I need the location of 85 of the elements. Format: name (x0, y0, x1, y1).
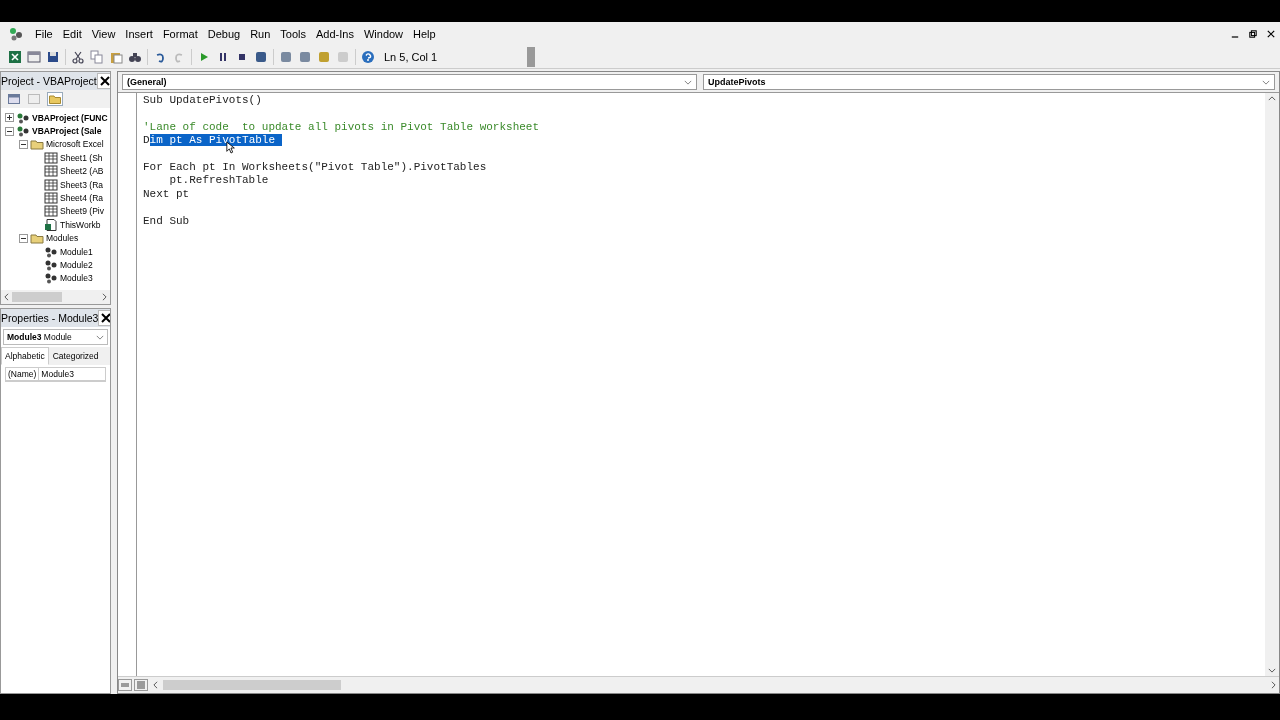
menu-item[interactable]: Edit (57, 28, 87, 40)
tree-item[interactable]: Sheet4 (Ra (60, 193, 103, 204)
close-icon[interactable] (96, 73, 110, 89)
tree-item[interactable]: VBAProject (FUNC (32, 112, 108, 123)
menu-item[interactable]: File (30, 28, 58, 40)
tree-item[interactable]: Modules (46, 233, 79, 244)
expand-icon[interactable] (5, 113, 14, 123)
save-icon[interactable] (46, 50, 60, 64)
code-line: Next pt (143, 187, 190, 202)
mouse-cursor-icon (226, 141, 236, 155)
code-line: 'Lane of code to update all pivots in Pivot Table worksheet (143, 120, 540, 135)
sheet-icon (44, 151, 58, 164)
collapse-icon[interactable] (19, 139, 28, 149)
chevron-down-icon (1262, 79, 1270, 85)
scroll-up-icon[interactable] (1268, 96, 1276, 101)
procedure-view-icon[interactable] (118, 679, 132, 691)
paste-icon[interactable] (109, 50, 123, 64)
toolbar-overflow-handle[interactable] (527, 47, 535, 67)
tree-item[interactable]: Module1 (60, 246, 93, 257)
scroll-down-icon[interactable] (1268, 668, 1276, 673)
sheet-icon (44, 178, 58, 191)
chevron-down-icon (684, 79, 692, 85)
menu-item[interactable]: View (86, 28, 121, 40)
scrollbar-thumb[interactable] (163, 680, 341, 690)
menu-item[interactable]: Format (157, 28, 203, 40)
menu-item[interactable]: Help (408, 28, 441, 40)
restore-icon[interactable] (1249, 30, 1257, 38)
sheet-icon (44, 192, 58, 205)
menu-item[interactable]: Insert (120, 28, 158, 40)
module-icon (44, 259, 58, 271)
pane-title: Properties - Module3 (1, 312, 99, 324)
cursor-position: Ln 5, Col 1 (384, 51, 439, 63)
close-icon[interactable] (98, 310, 110, 326)
menu-item[interactable]: Add-Ins (311, 28, 359, 40)
view-code-icon[interactable] (7, 93, 21, 105)
code-line: For Each pt In Worksheets("Pivot Table").PivotTables (143, 160, 487, 175)
tree-item[interactable]: Sheet2 (AB (60, 166, 104, 177)
collapse-icon[interactable] (5, 126, 14, 136)
tree-item[interactable]: Sheet1 (Sh (60, 152, 103, 163)
scrollbar-thumb[interactable] (12, 292, 62, 302)
scroll-left-icon[interactable] (153, 681, 158, 689)
menu-item[interactable]: Tools (275, 28, 311, 40)
property-name: (Name) (6, 368, 40, 380)
cut-icon[interactable] (71, 50, 85, 64)
vba-logo-icon (8, 26, 24, 42)
pane-title: Project - VBAProject (1, 75, 97, 87)
tree-item[interactable]: Sheet3 (Ra (60, 179, 103, 190)
tree-item[interactable]: Microsoft Excel (46, 139, 104, 150)
folder-icon[interactable] (47, 92, 63, 106)
object-dropdown[interactable]: (General) (122, 74, 697, 90)
tree-item[interactable]: ThisWorkb (60, 219, 101, 230)
help-icon[interactable] (361, 50, 375, 64)
spreadsheet-icon[interactable] (8, 50, 22, 64)
binoculars-icon[interactable] (128, 50, 142, 64)
workbook-icon (44, 218, 58, 231)
tree-item[interactable]: Sheet9 (Piv (60, 206, 104, 217)
code-line: pt.RefreshTable (168, 174, 269, 188)
scroll-right-icon[interactable] (102, 293, 107, 301)
module-view-icon[interactable] (134, 679, 148, 691)
menu-item[interactable]: Debug (202, 28, 246, 40)
collapse-icon[interactable] (19, 233, 28, 243)
procedure-dropdown[interactable]: UpdatePivots (703, 74, 1275, 90)
sheet-icon (44, 205, 58, 218)
window-icon[interactable] (27, 50, 41, 64)
code-line: End Sub (143, 214, 190, 228)
module-icon (44, 272, 58, 285)
sheet-icon (44, 165, 58, 178)
menu-item[interactable]: Window (358, 28, 409, 40)
module-icon (44, 245, 58, 258)
code-line: Sub UpdatePivots() (143, 94, 262, 108)
folder-icon (30, 232, 44, 245)
chevron-down-icon (96, 334, 104, 340)
tab[interactable]: Categorized (48, 347, 103, 365)
tree-item[interactable]: VBAProject (Sale (32, 126, 102, 137)
property-value[interactable]: Module3 (39, 368, 76, 380)
tab[interactable]: Alphabetic (1, 347, 49, 365)
menu-item[interactable]: Run (245, 28, 276, 40)
code-line: Dim pt As PivotTable (143, 134, 282, 148)
tree-item[interactable]: Module3 (60, 273, 93, 284)
object-dropdown[interactable]: Module3 Module (3, 329, 108, 345)
folder-icon (30, 138, 44, 151)
close-icon[interactable] (1267, 30, 1275, 38)
scroll-right-icon[interactable] (1271, 681, 1276, 689)
scroll-left-icon[interactable] (4, 293, 9, 301)
tree-item[interactable]: Module2 (60, 260, 93, 270)
